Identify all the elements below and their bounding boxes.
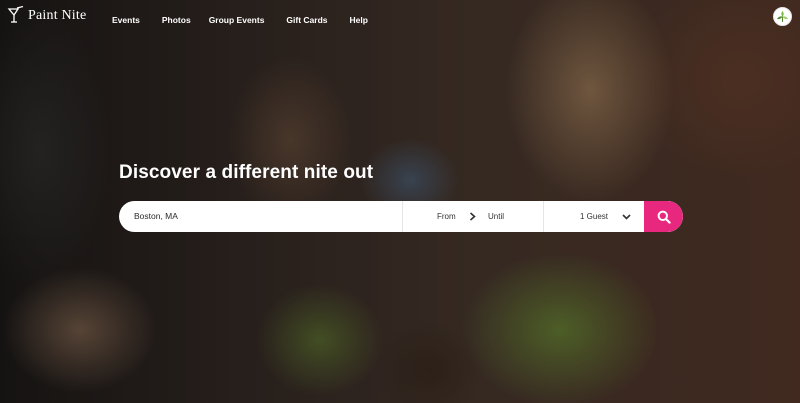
nav-item-events[interactable]: Events [112, 15, 140, 25]
divider [402, 201, 403, 232]
site-header: Paint Nite Events Photos Group Events Gi… [0, 0, 800, 42]
nav-item-group-events[interactable]: Group Events [209, 15, 265, 25]
search-icon [657, 210, 671, 224]
guest-count-select[interactable]: 1 Guest [580, 201, 608, 232]
nav-item-gift-cards[interactable]: Gift Cards [286, 15, 327, 25]
nav-item-help[interactable]: Help [350, 15, 368, 25]
nav-item-photos[interactable]: Photos [162, 15, 191, 25]
location-input[interactable] [134, 201, 394, 232]
user-avatar-icon[interactable] [773, 7, 792, 26]
until-date-field[interactable]: Until [488, 201, 504, 232]
glass-logo-icon [7, 6, 24, 23]
chevron-right-icon [469, 212, 476, 221]
search-button[interactable] [644, 201, 683, 232]
brand-name: Paint Nite [28, 8, 87, 23]
event-search-bar: From Until 1 Guest [119, 201, 683, 232]
from-date-field[interactable]: From [437, 201, 456, 232]
divider [543, 201, 544, 232]
hero-headline: Discover a different nite out [119, 162, 374, 183]
paint-nite-logo[interactable]: Paint Nite [6, 6, 86, 26]
main-nav: Events Photos Group Events Gift Cards He… [112, 15, 390, 25]
leaf-avatar-icon [777, 11, 788, 22]
chevron-down-icon[interactable] [622, 213, 631, 221]
